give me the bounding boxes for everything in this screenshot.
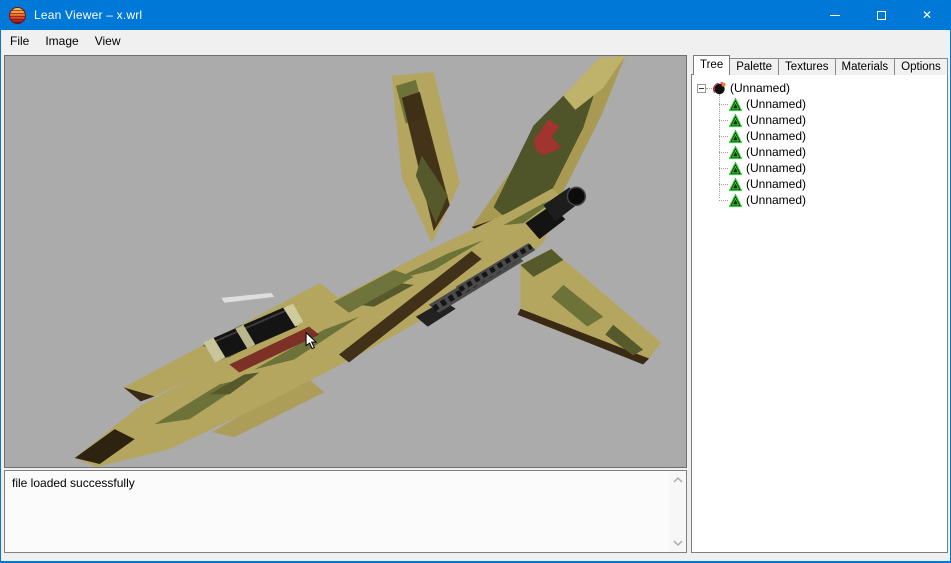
window-controls: ✕ xyxy=(812,0,950,30)
scroll-up-button[interactable] xyxy=(671,474,685,486)
tab-strip: Tree Palette Textures Materials Options xyxy=(691,55,948,75)
tree-item[interactable]: (Unnamed) xyxy=(692,128,947,144)
tree-item[interactable]: (Unnamed) xyxy=(692,192,947,208)
log-message: file loaded successfully xyxy=(12,476,135,490)
tree-item[interactable]: (Unnamed) xyxy=(692,160,947,176)
app-logo-icon[interactable] xyxy=(9,7,26,24)
maximize-icon xyxy=(877,11,886,20)
tree-children: (Unnamed) (Unnamed) xyxy=(692,96,947,208)
menu-bar: File Image View xyxy=(1,30,950,52)
mesh-node-icon xyxy=(728,161,742,175)
tree-item-label: (Unnamed) xyxy=(746,193,806,207)
tree-item-label: (Unnamed) xyxy=(746,145,806,159)
chevron-down-icon xyxy=(673,540,683,546)
mesh-node-icon xyxy=(728,193,742,207)
tab-options[interactable]: Options xyxy=(894,58,948,75)
menu-image[interactable]: Image xyxy=(37,30,86,52)
tree-item-label: (Unnamed) xyxy=(746,97,806,111)
tree-item[interactable]: (Unnamed) xyxy=(692,112,947,128)
window-title: Lean Viewer – x.wrl xyxy=(34,8,142,22)
tab-palette[interactable]: Palette xyxy=(729,58,779,75)
maximize-button[interactable] xyxy=(858,0,904,30)
mesh-node-icon xyxy=(728,129,742,143)
minimize-button[interactable] xyxy=(812,0,858,30)
right-panel: Tree Palette Textures Materials Options xyxy=(691,55,948,553)
tab-textures[interactable]: Textures xyxy=(778,58,835,75)
close-icon: ✕ xyxy=(922,9,932,21)
jet-model-rendering xyxy=(5,56,686,467)
menu-view[interactable]: View xyxy=(87,30,129,52)
tree-item[interactable]: (Unnamed) xyxy=(692,176,947,192)
tree-root-item[interactable]: (Unnamed) xyxy=(692,80,947,96)
log-scrollbar[interactable] xyxy=(669,471,686,552)
tree-item-label: (Unnamed) xyxy=(746,177,806,191)
scroll-down-button[interactable] xyxy=(671,537,685,549)
tab-materials[interactable]: Materials xyxy=(835,58,896,75)
tab-tree[interactable]: Tree xyxy=(693,55,730,75)
log-panel[interactable]: file loaded successfully xyxy=(4,470,687,553)
mesh-node-icon xyxy=(728,177,742,191)
scene-node-icon xyxy=(712,81,726,95)
collapse-expander-icon[interactable] xyxy=(697,84,706,93)
mesh-node-icon xyxy=(728,113,742,127)
title-bar[interactable]: Lean Viewer – x.wrl ✕ xyxy=(1,0,950,30)
chevron-up-icon xyxy=(673,477,683,483)
menu-file[interactable]: File xyxy=(2,30,37,52)
tree-item-label: (Unnamed) xyxy=(746,113,806,127)
tree-item[interactable]: (Unnamed) xyxy=(692,144,947,160)
minimize-icon xyxy=(830,15,840,16)
tree-item[interactable]: (Unnamed) xyxy=(692,96,947,112)
app-window: Lean Viewer – x.wrl ✕ File Image View xyxy=(0,0,951,563)
tree-item-label: (Unnamed) xyxy=(730,81,790,95)
close-button[interactable]: ✕ xyxy=(904,0,950,30)
mesh-node-icon xyxy=(728,145,742,159)
model-viewport[interactable] xyxy=(4,55,687,468)
tree-item-label: (Unnamed) xyxy=(746,129,806,143)
scene-tree: (Unnamed) (Unnamed) xyxy=(691,74,948,553)
mesh-node-icon xyxy=(728,97,742,111)
tree-item-label: (Unnamed) xyxy=(746,161,806,175)
